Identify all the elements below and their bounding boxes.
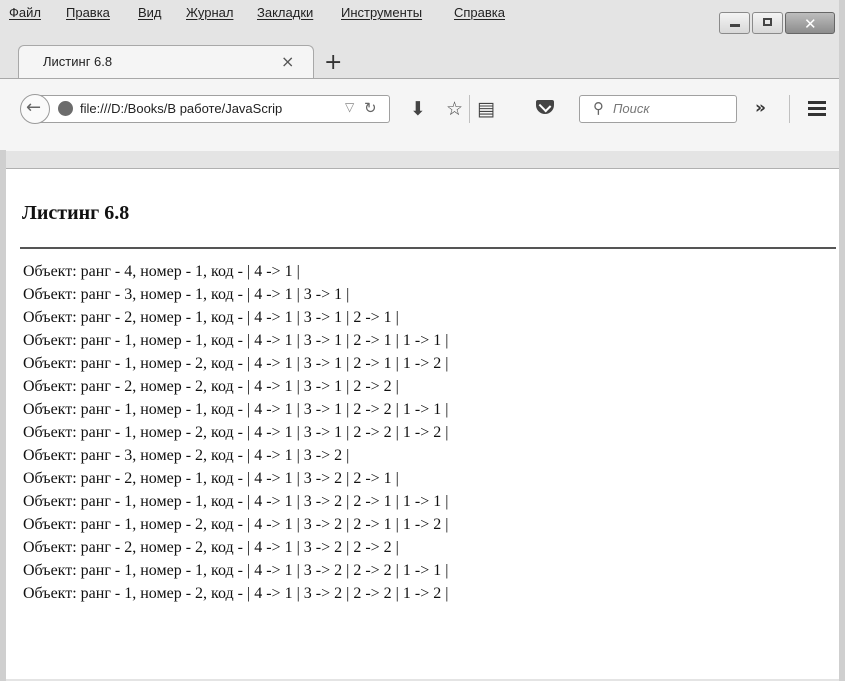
menu-file[interactable]: Файл [9,5,41,20]
search-placeholder: Поиск [613,101,650,116]
output-line: Объект: ранг - 3, номер - 2, код - | 4 -… [23,447,350,464]
reading-list-icon[interactable]: ▤ [477,98,495,120]
back-arrow-icon: ← [26,97,42,118]
output-line: Объект: ранг - 1, номер - 2, код - | 4 -… [23,424,449,441]
browser-window: Файл Правка Вид Журнал Закладки Инструме… [0,0,845,681]
back-button[interactable]: ← [20,94,50,124]
output-line: Объект: ранг - 2, номер - 1, код - | 4 -… [23,309,399,326]
window-border-right [839,0,845,681]
star-icon[interactable]: ☆ [446,98,463,120]
output-line: Объект: ранг - 1, номер - 1, код - | 4 -… [23,332,449,349]
output-line: Объект: ранг - 2, номер - 2, код - | 4 -… [23,539,399,556]
tab-active[interactable]: Листинг 6.8 × [18,45,314,79]
overflow-chevron-icon[interactable]: » [755,98,766,118]
output-line: Объект: ранг - 1, номер - 1, код - | 4 -… [23,562,449,579]
new-tab-icon[interactable]: + [324,50,342,75]
page-heading: Листинг 6.8 [22,202,130,224]
globe-icon[interactable] [58,101,73,116]
menu-bookmarks[interactable]: Закладки [257,5,313,20]
toolbar-divider [469,95,470,123]
toolbar-divider [789,95,790,123]
output-line: Объект: ранг - 1, номер - 2, код - | 4 -… [23,355,449,372]
url-text[interactable]: file:///D:/Books/В работе/JavaScrip [80,101,282,116]
search-icon: ⚲ [593,99,604,117]
close-icon: ✕ [804,15,817,33]
maximize-icon [763,18,772,26]
menu-history[interactable]: Журнал [186,5,233,20]
horizontal-rule [20,247,836,249]
tab-title: Листинг 6.8 [43,54,113,69]
url-dropdown-icon[interactable]: ▽ [345,100,354,114]
minimize-button[interactable] [719,12,750,34]
output-line: Объект: ранг - 2, номер - 2, код - | 4 -… [23,378,399,395]
output-line: Объект: ранг - 1, номер - 2, код - | 4 -… [23,516,449,533]
page-content: Листинг 6.8 Объект: ранг - 4, номер - 1,… [6,168,845,679]
menu-help[interactable]: Справка [454,5,505,20]
hamburger-icon[interactable] [808,101,826,116]
reload-icon[interactable]: ↻ [364,99,377,117]
output-line: Объект: ранг - 1, номер - 1, код - | 4 -… [23,493,449,510]
output-line: Объект: ранг - 1, номер - 1, код - | 4 -… [23,401,449,418]
output-list: Объект: ранг - 4, номер - 1, код - | 4 -… [23,260,448,605]
maximize-button[interactable] [752,12,783,34]
close-window-button[interactable]: ✕ [785,12,835,34]
output-line: Объект: ранг - 4, номер - 1, код - | 4 -… [23,263,300,280]
tab-close-icon[interactable]: × [281,52,294,71]
minimize-icon [730,24,740,27]
menu-tools[interactable]: Инструменты [341,5,422,20]
output-line: Объект: ранг - 2, номер - 1, код - | 4 -… [23,470,399,487]
output-line: Объект: ранг - 1, номер - 2, код - | 4 -… [23,585,449,602]
output-line: Объект: ранг - 3, номер - 1, код - | 4 -… [23,286,350,303]
download-icon[interactable]: ⬇ [410,98,426,120]
menu-edit[interactable]: Правка [66,5,110,20]
menu-view[interactable]: Вид [138,5,162,20]
